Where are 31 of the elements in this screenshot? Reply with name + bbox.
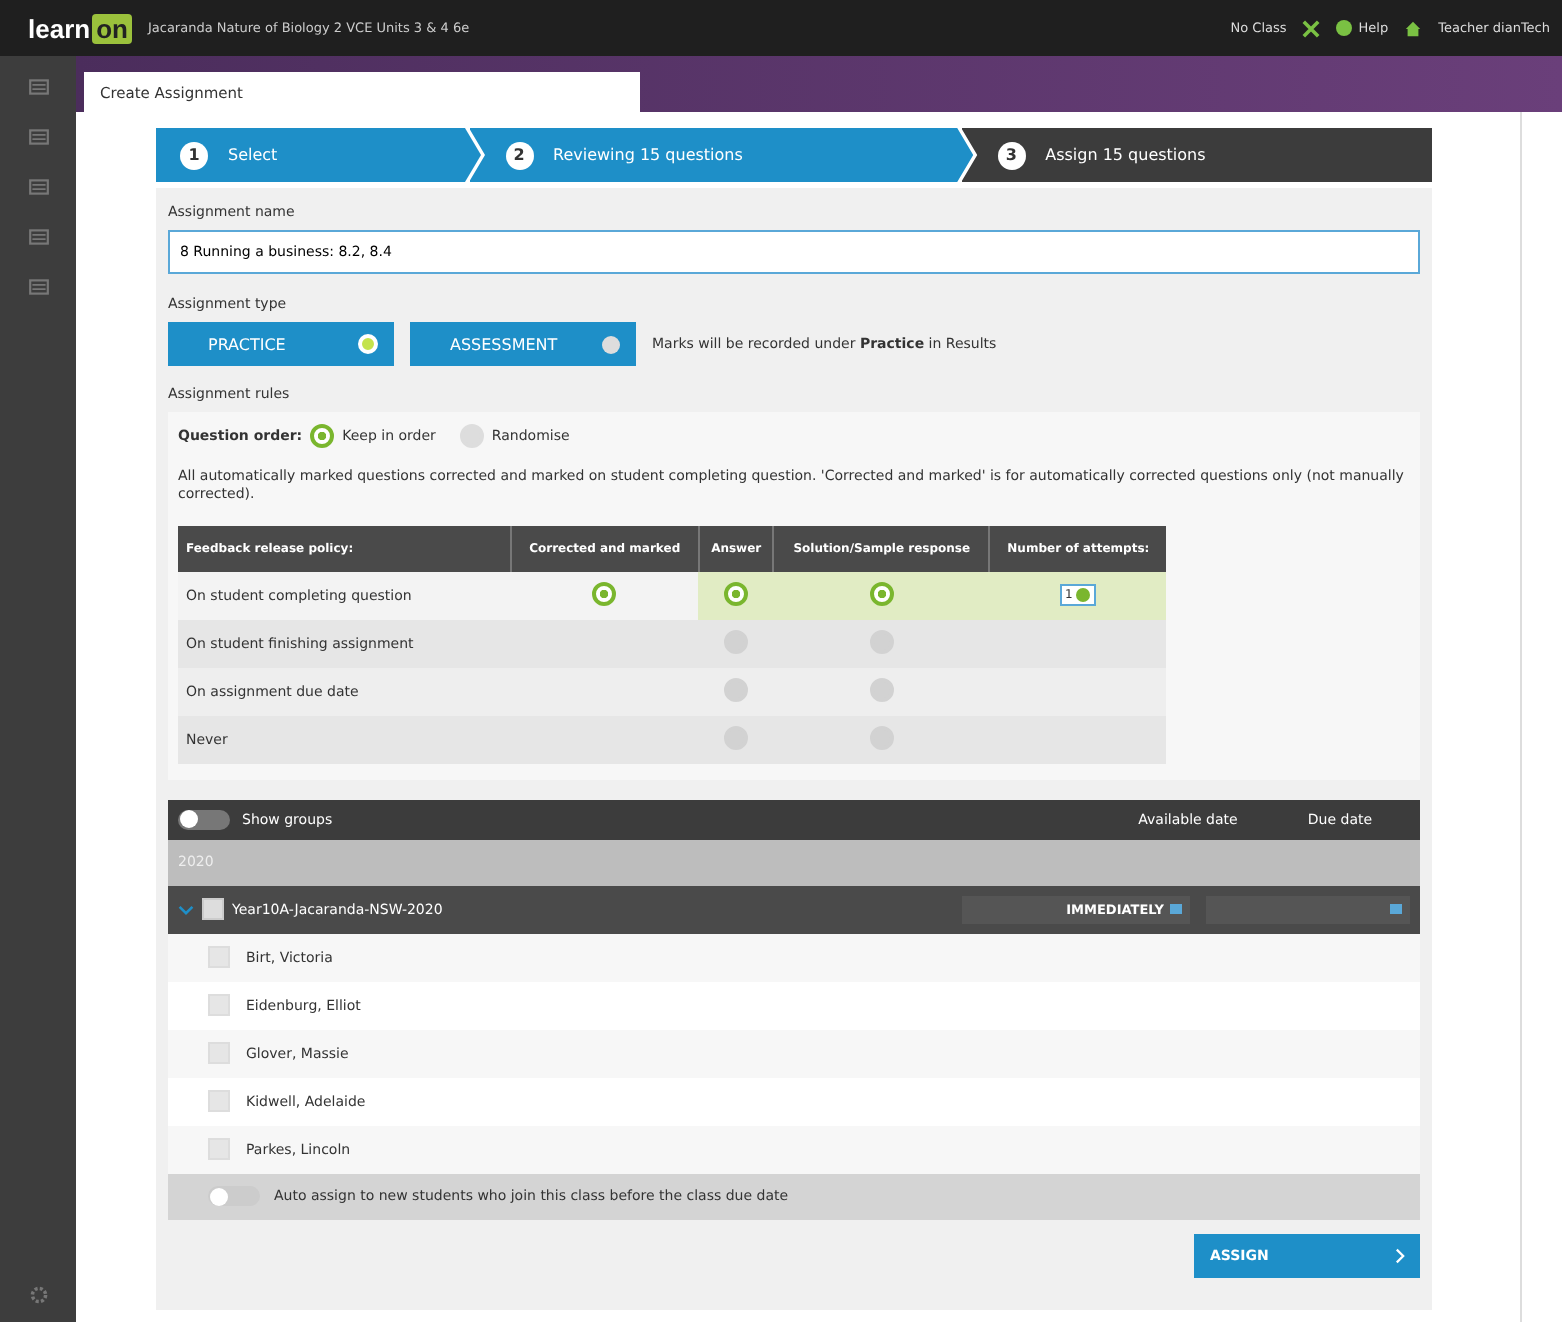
- checkbox[interactable]: [208, 946, 230, 969]
- menu-icon[interactable]: [27, 126, 49, 148]
- checkbox[interactable]: [202, 898, 224, 921]
- type-button[interactable]: PRACTICE: [168, 322, 394, 366]
- home-icon[interactable]: [1404, 19, 1423, 37]
- checkbox[interactable]: [208, 994, 230, 1017]
- menu-icon[interactable]: [27, 176, 49, 198]
- toggle-switch[interactable]: [178, 809, 230, 830]
- checkbox[interactable]: [208, 1090, 230, 1113]
- menu-icon[interactable]: [27, 226, 49, 248]
- radio-button[interactable]: [869, 677, 894, 702]
- checkbox[interactable]: [208, 1138, 230, 1161]
- radio-button[interactable]: [724, 581, 749, 606]
- radio-button[interactable]: [724, 677, 749, 702]
- menu-icon[interactable]: [27, 76, 49, 98]
- radio-button[interactable]: [310, 424, 335, 448]
- chevron-down-icon[interactable]: [178, 901, 194, 918]
- wizard-step[interactable]: 1 Select: [156, 128, 481, 182]
- checkbox[interactable]: [208, 1042, 230, 1065]
- menu-icon[interactable]: [27, 276, 49, 298]
- wizard-step[interactable]: 2 Reviewing 15 questions: [469, 128, 974, 182]
- wizard-step[interactable]: 3 Assign 15 questions: [961, 128, 1432, 182]
- radio-button[interactable]: [869, 581, 894, 606]
- toggle-switch[interactable]: [208, 1186, 260, 1207]
- due-date-field[interactable]: [1206, 895, 1410, 924]
- type-button[interactable]: ASSESSMENT: [410, 322, 636, 366]
- radio-button[interactable]: [592, 581, 617, 606]
- logo[interactable]: learn on: [28, 13, 132, 43]
- chevron-right-icon: [1392, 1247, 1408, 1264]
- settings-icon[interactable]: [27, 1284, 49, 1306]
- close-icon[interactable]: [1302, 19, 1321, 37]
